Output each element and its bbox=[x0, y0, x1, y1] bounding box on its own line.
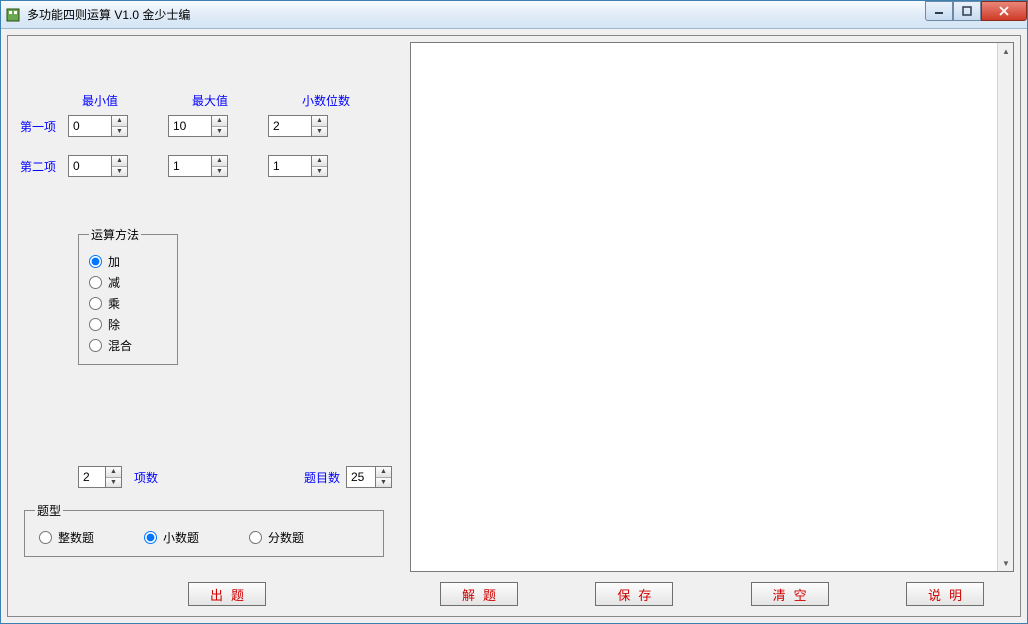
save-button[interactable]: 保存 bbox=[595, 582, 673, 606]
type-frac[interactable]: 分数题 bbox=[249, 529, 304, 546]
chevron-down-icon[interactable]: ▼ bbox=[212, 167, 227, 177]
first-min-spinner[interactable]: ▲▼ bbox=[68, 115, 128, 137]
chevron-up-icon[interactable]: ▲ bbox=[212, 156, 227, 167]
operation-group: 运算方法 加 减 乘 除 混合 bbox=[78, 226, 178, 365]
terms-input[interactable] bbox=[78, 466, 106, 488]
type-int[interactable]: 整数题 bbox=[39, 529, 94, 546]
chevron-down-icon[interactable]: ▼ bbox=[106, 478, 121, 488]
first-max-spinner[interactable]: ▲▼ bbox=[168, 115, 228, 137]
app-icon bbox=[5, 7, 21, 23]
spinner-buttons[interactable]: ▲▼ bbox=[312, 155, 328, 177]
second-max-spinner[interactable]: ▲▼ bbox=[168, 155, 228, 177]
scroll-up-icon[interactable]: ▲ bbox=[998, 43, 1014, 59]
type-dec[interactable]: 小数题 bbox=[144, 529, 199, 546]
type-dec-radio[interactable] bbox=[144, 531, 157, 544]
window-controls bbox=[925, 1, 1027, 21]
help-button[interactable]: 说明 bbox=[906, 582, 984, 606]
count-row: ▲▼ 项数 题目数 ▲▼ bbox=[20, 466, 392, 488]
second-min-spinner[interactable]: ▲▼ bbox=[68, 155, 128, 177]
count-spinner[interactable]: ▲▼ bbox=[346, 466, 392, 488]
second-min-input[interactable] bbox=[68, 155, 112, 177]
main-panel: 最小值 最大值 小数位数 第一项 ▲▼ ▲▼ bbox=[7, 35, 1021, 617]
chevron-up-icon[interactable]: ▲ bbox=[112, 116, 127, 127]
output-textarea[interactable]: ▲ ▼ bbox=[410, 42, 1014, 572]
chevron-up-icon[interactable]: ▲ bbox=[312, 156, 327, 167]
spinner-buttons[interactable]: ▲▼ bbox=[106, 466, 122, 488]
count-label: 题目数 bbox=[304, 469, 340, 486]
op-sub[interactable]: 减 bbox=[89, 274, 167, 291]
header-min: 最小值 bbox=[82, 92, 142, 109]
first-decimals-spinner[interactable]: ▲▼ bbox=[268, 115, 328, 137]
first-min-input[interactable] bbox=[68, 115, 112, 137]
chevron-up-icon[interactable]: ▲ bbox=[106, 467, 121, 478]
first-term-row: 第一项 ▲▼ ▲▼ ▲▼ bbox=[20, 115, 392, 137]
window-title: 多功能四则运算 V1.0 金少士编 bbox=[27, 6, 190, 23]
count-input[interactable] bbox=[346, 466, 376, 488]
second-decimals-input[interactable] bbox=[268, 155, 312, 177]
op-sub-radio[interactable] bbox=[89, 276, 102, 289]
second-term-row: 第二项 ▲▼ ▲▼ ▲▼ bbox=[20, 155, 392, 177]
solve-button[interactable]: 解题 bbox=[440, 582, 518, 606]
chevron-up-icon[interactable]: ▲ bbox=[312, 116, 327, 127]
maximize-button[interactable] bbox=[953, 1, 981, 21]
first-max-input[interactable] bbox=[168, 115, 212, 137]
header-decimals: 小数位数 bbox=[302, 92, 362, 109]
chevron-down-icon[interactable]: ▼ bbox=[312, 167, 327, 177]
client-area: 最小值 最大值 小数位数 第一项 ▲▼ ▲▼ bbox=[1, 29, 1027, 623]
bottom-button-row: 解题 保存 清空 说明 bbox=[410, 582, 1014, 606]
operation-legend: 运算方法 bbox=[89, 226, 141, 243]
close-button[interactable] bbox=[981, 1, 1027, 21]
first-term-label: 第一项 bbox=[20, 118, 68, 135]
type-group: 题型 整数题 小数题 分数题 bbox=[24, 502, 384, 557]
column-headers: 最小值 最大值 小数位数 bbox=[20, 92, 392, 109]
op-add-radio[interactable] bbox=[89, 255, 102, 268]
chevron-up-icon[interactable]: ▲ bbox=[212, 116, 227, 127]
op-div-radio[interactable] bbox=[89, 318, 102, 331]
type-int-radio[interactable] bbox=[39, 531, 52, 544]
app-window: 多功能四则运算 V1.0 金少士编 最小值 最大值 小数位数 bbox=[0, 0, 1028, 624]
chevron-down-icon[interactable]: ▼ bbox=[212, 127, 227, 137]
type-frac-radio[interactable] bbox=[249, 531, 262, 544]
chevron-down-icon[interactable]: ▼ bbox=[312, 127, 327, 137]
titlebar[interactable]: 多功能四则运算 V1.0 金少士编 bbox=[1, 1, 1027, 29]
op-mul[interactable]: 乘 bbox=[89, 295, 167, 312]
type-legend: 题型 bbox=[35, 502, 63, 519]
spinner-buttons[interactable]: ▲▼ bbox=[112, 155, 128, 177]
spinner-buttons[interactable]: ▲▼ bbox=[376, 466, 392, 488]
op-mix[interactable]: 混合 bbox=[89, 337, 167, 354]
spinner-buttons[interactable]: ▲▼ bbox=[212, 155, 228, 177]
chevron-down-icon[interactable]: ▼ bbox=[112, 167, 127, 177]
first-decimals-input[interactable] bbox=[268, 115, 312, 137]
spinner-buttons[interactable]: ▲▼ bbox=[112, 115, 128, 137]
header-max: 最大值 bbox=[192, 92, 252, 109]
spinner-buttons[interactable]: ▲▼ bbox=[212, 115, 228, 137]
generate-button[interactable]: 出题 bbox=[188, 582, 266, 606]
scroll-down-icon[interactable]: ▼ bbox=[998, 555, 1014, 571]
op-add[interactable]: 加 bbox=[89, 253, 167, 270]
second-term-label: 第二项 bbox=[20, 158, 68, 175]
left-pane: 最小值 最大值 小数位数 第一项 ▲▼ ▲▼ bbox=[8, 36, 404, 616]
right-pane: ▲ ▼ bbox=[410, 42, 1014, 572]
second-decimals-spinner[interactable]: ▲▼ bbox=[268, 155, 328, 177]
chevron-down-icon[interactable]: ▼ bbox=[112, 127, 127, 137]
op-mix-radio[interactable] bbox=[89, 339, 102, 352]
clear-button[interactable]: 清空 bbox=[751, 582, 829, 606]
terms-label: 项数 bbox=[134, 469, 158, 486]
chevron-down-icon[interactable]: ▼ bbox=[376, 478, 391, 488]
second-max-input[interactable] bbox=[168, 155, 212, 177]
spinner-buttons[interactable]: ▲▼ bbox=[312, 115, 328, 137]
scrollbar-vertical[interactable]: ▲ ▼ bbox=[997, 43, 1013, 571]
chevron-up-icon[interactable]: ▲ bbox=[376, 467, 391, 478]
terms-spinner[interactable]: ▲▼ bbox=[78, 466, 128, 488]
chevron-up-icon[interactable]: ▲ bbox=[112, 156, 127, 167]
op-mul-radio[interactable] bbox=[89, 297, 102, 310]
op-div[interactable]: 除 bbox=[89, 316, 167, 333]
minimize-button[interactable] bbox=[925, 1, 953, 21]
